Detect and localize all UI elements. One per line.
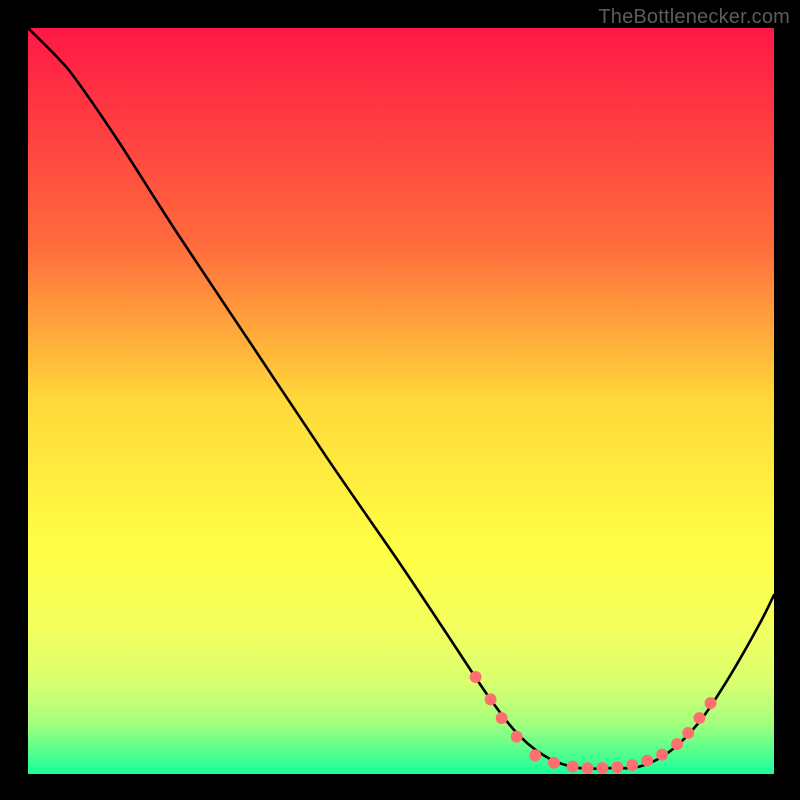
curve-marker (626, 759, 638, 771)
curve-marker (496, 712, 508, 724)
curve-marker (582, 762, 594, 774)
curve-marker (511, 731, 523, 743)
curve-marker (641, 755, 653, 767)
curve-marker (682, 727, 694, 739)
watermark-text: TheBottlenecker.com (598, 6, 790, 29)
curve-marker (656, 749, 668, 761)
curve-marker (705, 697, 717, 709)
curve-marker (611, 761, 623, 773)
bottleneck-curve (28, 28, 774, 769)
curve-layer (28, 28, 774, 774)
curve-marker (596, 762, 608, 774)
curve-marker (567, 761, 579, 773)
curve-marker (485, 693, 497, 705)
curve-marker (693, 712, 705, 724)
curve-marker (548, 757, 560, 769)
plot-area (28, 28, 774, 774)
chart-frame: TheBottlenecker.com (0, 0, 800, 800)
curve-marker (470, 671, 482, 683)
curve-marker (529, 749, 541, 761)
curve-marker (671, 738, 683, 750)
